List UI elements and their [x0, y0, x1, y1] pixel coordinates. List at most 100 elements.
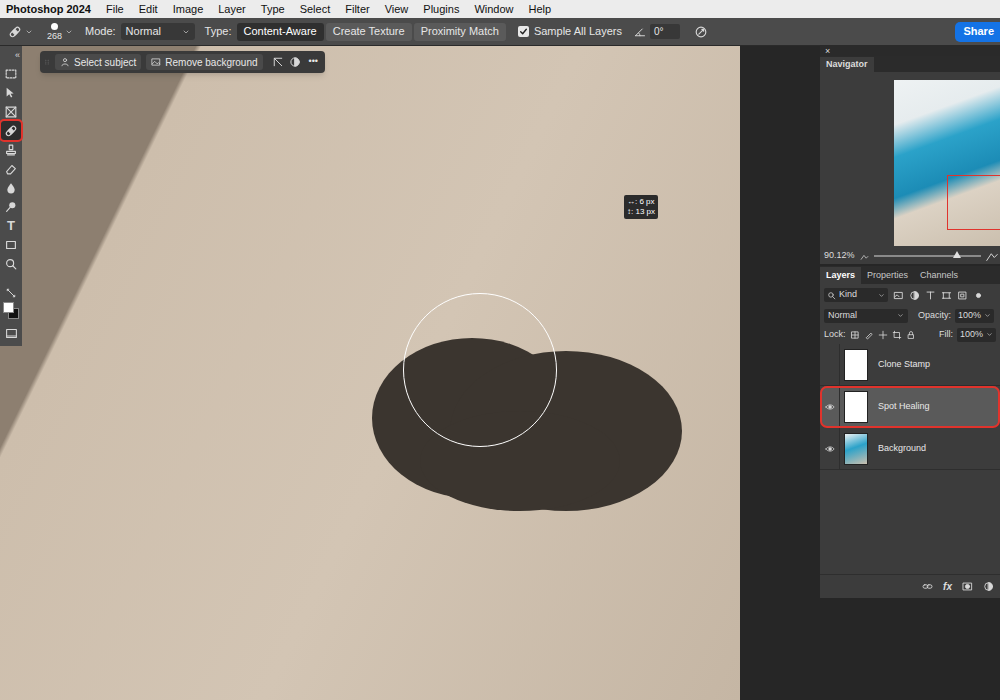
- navigator-tab[interactable]: Navigator: [820, 57, 874, 72]
- zoom-in-icon: [986, 250, 998, 262]
- panel-tab[interactable]: Properties: [861, 267, 914, 284]
- navigator-preview[interactable]: [894, 80, 1000, 246]
- eye-icon: [825, 402, 835, 412]
- close-button[interactable]: ×: [825, 47, 830, 56]
- tool-button[interactable]: [1, 197, 21, 216]
- shape-tool-icon: [4, 238, 18, 252]
- layers-list: Clone Stamp Spot Healing Background: [820, 344, 1000, 470]
- type-option[interactable]: Proximity Match: [414, 23, 506, 41]
- layer-visibility-toggle[interactable]: [820, 428, 840, 469]
- color-swatches[interactable]: [2, 301, 20, 321]
- tool-button[interactable]: [1, 235, 21, 254]
- readout-line: ↔: 6 px: [627, 197, 655, 207]
- brush-picker[interactable]: 268: [47, 23, 73, 41]
- dodge-tool-icon: [4, 200, 18, 214]
- mode-value: Normal: [126, 23, 161, 40]
- view-proxy-box[interactable]: [947, 175, 1000, 230]
- swap-colors-icon: [5, 287, 17, 299]
- tool-button[interactable]: [1, 64, 21, 83]
- tool-button[interactable]: [1, 83, 21, 102]
- sample-all-layers[interactable]: Sample All Layers: [518, 23, 622, 40]
- link-layers-icon: [922, 581, 933, 592]
- panel-tab[interactable]: Channels: [914, 267, 964, 284]
- menu-item[interactable]: Edit: [139, 1, 158, 18]
- tool-button[interactable]: [1, 254, 21, 273]
- sample-all-layers-label: Sample All Layers: [534, 23, 622, 40]
- layer-row[interactable]: Background: [820, 428, 1000, 470]
- fill-label: Fill:: [939, 328, 953, 342]
- healing-tool-icon: [4, 124, 18, 138]
- layer-visibility-toggle[interactable]: [820, 386, 840, 427]
- search-icon: [827, 291, 836, 300]
- workspace-gap: [740, 46, 820, 700]
- panel-tab[interactable]: Layers: [820, 267, 861, 284]
- type-option[interactable]: Content-Aware: [237, 23, 324, 41]
- menu-item[interactable]: Help: [529, 1, 552, 18]
- mode-label: Mode:: [85, 23, 116, 40]
- menu-item[interactable]: Type: [261, 1, 285, 18]
- lock-transparency-icon: [850, 330, 860, 340]
- zoom-slider[interactable]: [874, 255, 981, 257]
- menu-item[interactable]: Filter: [345, 1, 369, 18]
- tool-preset-picker[interactable]: [8, 25, 33, 39]
- layer-row[interactable]: Clone Stamp: [820, 344, 1000, 386]
- tool-button[interactable]: T: [1, 216, 21, 235]
- collapse-toggle[interactable]: «: [15, 46, 22, 64]
- filter-kind-value: Kind: [839, 288, 875, 302]
- opacity-label: Opacity:: [918, 309, 951, 323]
- menu-item[interactable]: Select: [300, 1, 331, 18]
- task-bar-button[interactable]: Remove background: [146, 54, 262, 70]
- task-bar-button[interactable]: Select subject: [55, 54, 141, 70]
- canvas[interactable]: ↔: 6 px↕: 13 px Select subject Remove back…: [0, 46, 740, 700]
- layers-footer: fx: [820, 574, 1000, 598]
- layer-name[interactable]: Spot Healing: [878, 400, 930, 414]
- tool-button[interactable]: [1, 102, 21, 121]
- menu-item[interactable]: View: [385, 1, 409, 18]
- share-label: Share: [963, 23, 994, 40]
- tool-button[interactable]: [1, 121, 21, 140]
- angle-field[interactable]: 0°: [650, 24, 680, 39]
- smart-object-filter-icon: [957, 290, 968, 301]
- lock-artboard-icon: [892, 330, 902, 340]
- tool-button[interactable]: [1, 159, 21, 178]
- menu-item[interactable]: Plugins: [423, 1, 459, 18]
- filter-kind-dropdown[interactable]: Kind: [824, 288, 888, 302]
- zoom-value[interactable]: 90.12%: [824, 249, 855, 263]
- blend-mode-dropdown[interactable]: Normal: [824, 309, 908, 323]
- path-icon: [272, 56, 284, 68]
- layer-style-button[interactable]: fx: [943, 579, 952, 594]
- layer-visibility-toggle[interactable]: [820, 344, 840, 385]
- foreground-color-swatch[interactable]: [3, 302, 14, 313]
- menu-item[interactable]: Window: [474, 1, 513, 18]
- zoom-slider-thumb[interactable]: [953, 251, 961, 258]
- blur-tool-icon: [4, 181, 18, 195]
- type-option[interactable]: Create Texture: [326, 23, 412, 41]
- share-button[interactable]: Share: [955, 22, 1000, 42]
- layer-thumbnail: [844, 391, 868, 423]
- brush-cursor: [403, 293, 557, 447]
- mode-dropdown[interactable]: Normal: [121, 23, 195, 40]
- readout-line: ↕: 13 px: [627, 207, 655, 217]
- opacity-field[interactable]: 100%: [955, 309, 994, 323]
- marquee-tool-icon: [4, 67, 18, 81]
- layer-name[interactable]: Clone Stamp: [878, 358, 930, 372]
- menu-item[interactable]: Layer: [218, 1, 246, 18]
- menu-item[interactable]: File: [106, 1, 124, 18]
- type-option-label: Content-Aware: [244, 23, 317, 40]
- chevron-down-icon: [25, 28, 33, 36]
- tool-button[interactable]: [1, 178, 21, 197]
- panel-tab-label: Channels: [920, 269, 958, 283]
- right-panel: ×Navigator 90.12% LayersProperties Channels…: [820, 46, 1000, 700]
- fill-field[interactable]: 100%: [957, 328, 996, 342]
- more-options[interactable]: •••: [306, 55, 321, 69]
- menu-item[interactable]: Image: [173, 1, 204, 18]
- sample-all-layers-checkbox[interactable]: [518, 26, 529, 37]
- layer-name[interactable]: Background: [878, 442, 926, 456]
- move-tool-icon: [4, 86, 18, 100]
- app-menu[interactable]: Photoshop 2024: [6, 1, 91, 18]
- layer-row[interactable]: Spot Healing: [820, 386, 1000, 428]
- layers-panel-tabs: LayersProperties Channels: [820, 266, 1000, 284]
- eye-icon: [825, 444, 835, 454]
- chevron-down-icon: [984, 312, 991, 319]
- tool-button[interactable]: [1, 140, 21, 159]
